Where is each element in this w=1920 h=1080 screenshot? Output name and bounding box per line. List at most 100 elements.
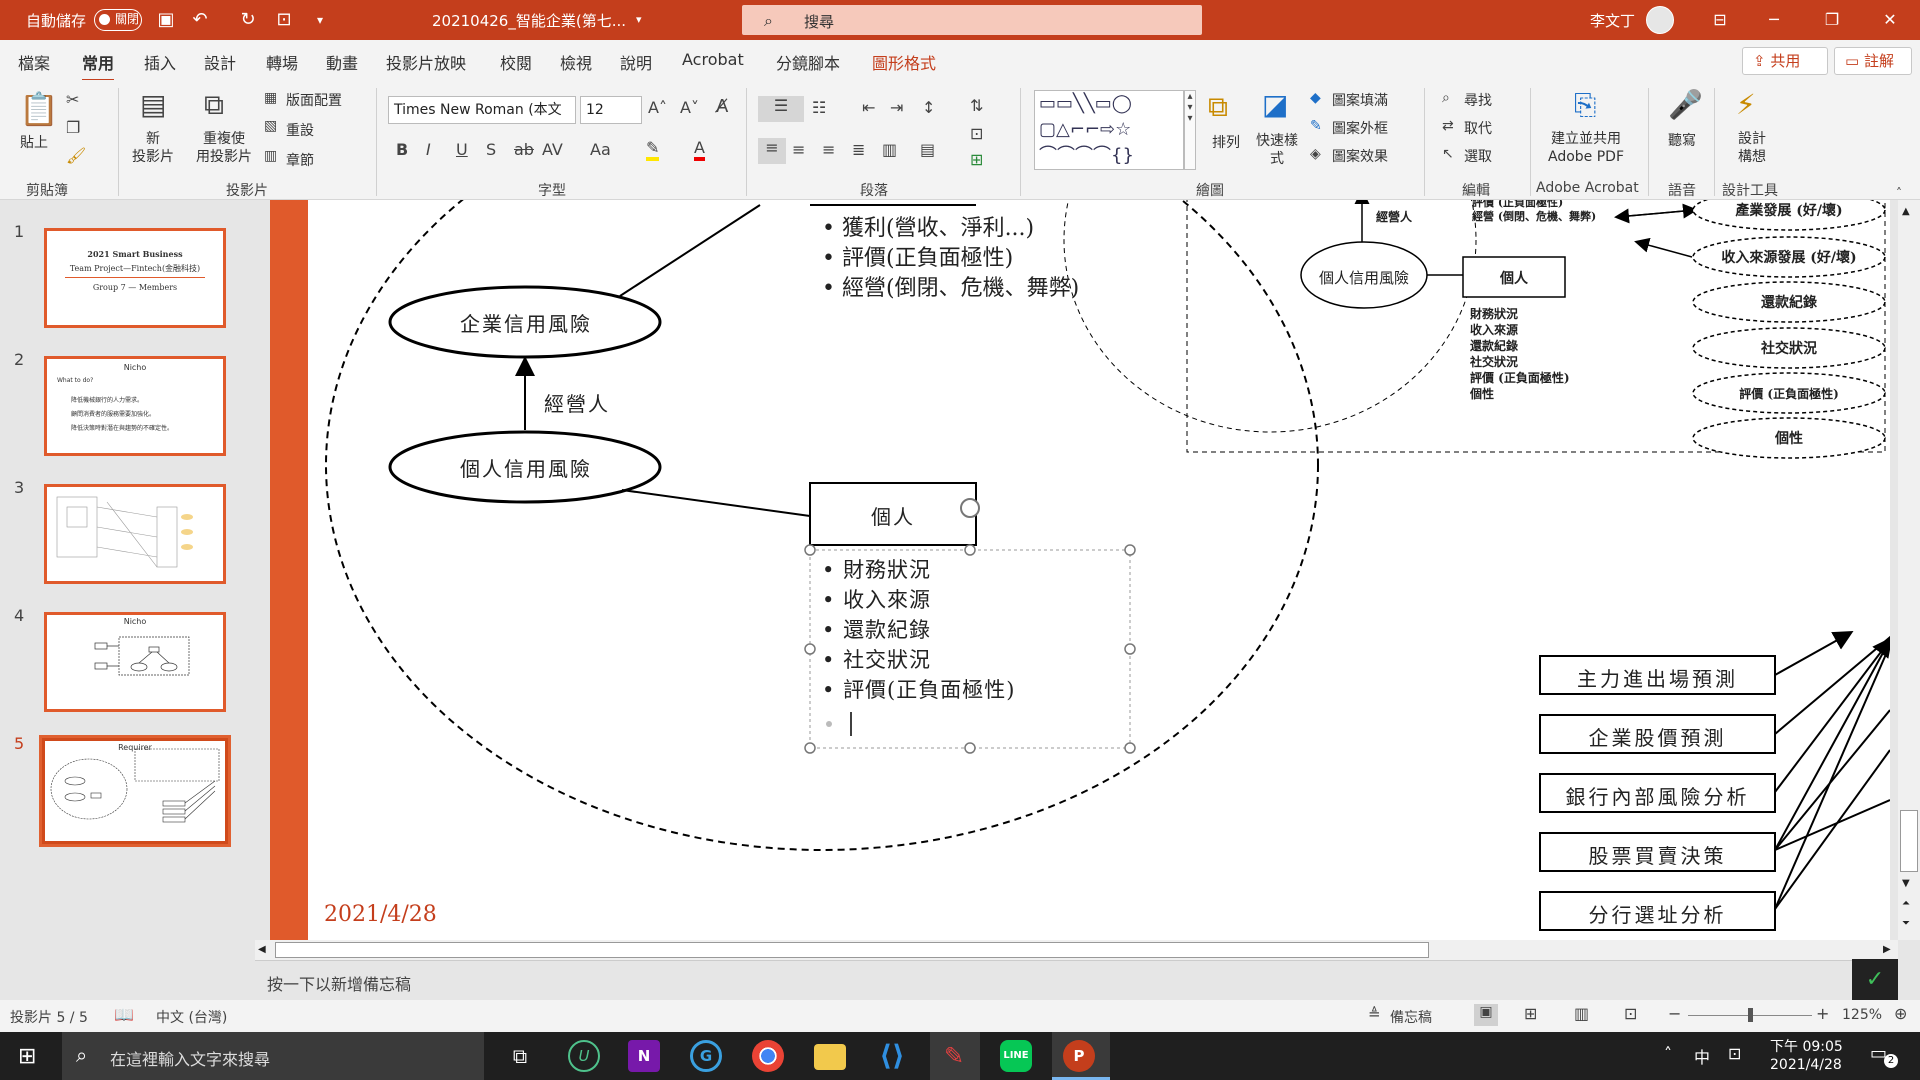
tab-transitions[interactable]: 轉場 [266, 50, 298, 74]
numbering-icon[interactable]: ☷ [812, 98, 826, 117]
zoom-slider-thumb[interactable] [1748, 1008, 1753, 1022]
align-center-icon[interactable]: ≡ [792, 140, 805, 159]
tab-shape-format[interactable]: 圖形格式 [872, 50, 936, 74]
font-size-select[interactable]: 12 [580, 96, 642, 124]
line-spacing-icon[interactable]: ↕ [922, 98, 935, 117]
pen-app-icon[interactable]: ✎ [938, 1040, 970, 1072]
ime-mode-icon[interactable]: ⊡ [1728, 1044, 1741, 1063]
increase-indent-icon[interactable]: ⇥ [890, 98, 903, 117]
slideshow-icon[interactable]: ⊡ [1624, 1004, 1637, 1023]
undo-icon[interactable]: ↶ [188, 8, 212, 32]
task-view-icon[interactable]: ⧉ [504, 1040, 536, 1072]
paste-label[interactable]: 貼上 [20, 132, 48, 152]
file-explorer-icon[interactable] [814, 1044, 846, 1070]
strikethrough-icon[interactable]: ab [514, 140, 534, 159]
tab-insert[interactable]: 插入 [144, 50, 176, 74]
reuse-slides-button[interactable]: 重複使 用投影片 [196, 130, 252, 166]
create-pdf-icon[interactable]: ⎘ [1574, 88, 1596, 122]
vertical-scrollbar[interactable]: ▲ ▼ ⏶ ⏷ [1898, 200, 1920, 940]
slide-thumbnail-1[interactable]: 2021 Smart Business Team Project—Fintech… [44, 228, 226, 328]
grammarly-icon[interactable]: G [690, 1040, 722, 1072]
vertical-scroll-thumb[interactable] [1900, 810, 1918, 872]
individual-bullet-list[interactable]: • 財務狀況 • 收入來源 • 還款紀錄 • 社交狀況 • 評價(正負面極性) [822, 555, 1015, 705]
autosave-toggle[interactable]: 關閉 [94, 9, 142, 31]
horizontal-scroll-thumb[interactable] [275, 942, 1429, 958]
create-pdf-button[interactable]: 建立並共用 Adobe PDF [1548, 130, 1624, 166]
avatar[interactable] [1646, 6, 1674, 34]
align-right-icon[interactable]: ≡ [822, 140, 835, 159]
notes-pane[interactable]: 按一下以新增備忘稿 ✓ [255, 959, 1898, 1001]
shadow-icon[interactable]: S [486, 140, 496, 159]
slide-thumbnail-2[interactable]: Nicho What to do? 降低機械銀行的人力需求。 顧問消費者的服務需… [44, 356, 226, 456]
decrease-indent-icon[interactable]: ⇤ [862, 98, 875, 117]
clear-format-icon[interactable]: A̸ [716, 96, 728, 117]
search-box[interactable]: ⌕ 搜尋 [742, 5, 1202, 35]
normal-view-icon[interactable]: ▣ [1474, 1004, 1498, 1026]
ime-indicator[interactable]: 中 [1694, 1044, 1710, 1068]
redo-icon[interactable]: ↻ [236, 8, 260, 32]
smartart-icon[interactable]: ⊞ [970, 150, 983, 169]
distributed-icon[interactable]: ▥ [882, 140, 897, 159]
slide-thumbnail-3[interactable] [44, 484, 226, 584]
reading-view-icon[interactable]: ▥ [1574, 1004, 1589, 1023]
clock-date[interactable]: 2021/4/28 [1770, 1057, 1842, 1073]
ribbon-display-icon[interactable]: ⊟ [1706, 6, 1734, 34]
next-slide-icon[interactable]: ⏷ [1902, 918, 1910, 929]
layout-button[interactable]: 版面配置 [286, 90, 342, 110]
bold-icon[interactable]: B [396, 140, 408, 159]
notes-button[interactable]: 備忘稿 [1390, 1007, 1432, 1027]
powerpoint-icon[interactable]: P [1063, 1040, 1095, 1072]
spellcheck-icon[interactable]: 📖 [114, 1005, 134, 1024]
scroll-down-icon[interactable]: ▼ [1902, 878, 1910, 889]
cut-icon[interactable]: ✂ [66, 90, 79, 109]
zoom-out-icon[interactable]: − [1668, 1004, 1681, 1023]
font-color-icon[interactable]: A [694, 138, 705, 161]
format-painter-icon[interactable]: 🖌 [66, 146, 86, 165]
columns-icon[interactable]: ▤ [920, 140, 935, 159]
select-button[interactable]: 選取 [1464, 146, 1492, 166]
tab-storyboard[interactable]: 分鏡腳本 [776, 50, 840, 74]
customize-icon[interactable]: ▾ [308, 8, 332, 32]
design-ideas-button[interactable]: 設計 構想 [1738, 130, 1766, 166]
align-text-icon[interactable]: ⊡ [970, 124, 983, 143]
quick-styles-button[interactable]: 快速樣 式 [1256, 132, 1298, 168]
tab-design[interactable]: 設計 [204, 50, 236, 74]
paste-icon[interactable]: 📋 [16, 90, 62, 134]
minimize-icon[interactable]: ─ [1760, 6, 1788, 34]
close-icon[interactable]: ✕ [1876, 6, 1904, 34]
chrome-icon[interactable] [752, 1040, 784, 1072]
comment-button[interactable]: ▭ 註解 [1834, 47, 1912, 75]
prev-slide-icon[interactable]: ⏶ [1902, 898, 1910, 909]
underline-icon[interactable]: U [456, 140, 468, 159]
design-ideas-icon[interactable]: ⚡ [1736, 88, 1756, 121]
shape-fill-button[interactable]: 圖案填滿 [1332, 90, 1388, 110]
dictate-button[interactable]: 聽寫 [1668, 130, 1696, 150]
share-button[interactable]: ⇪ 共用 [1742, 47, 1828, 75]
presentation-icon[interactable]: ⊡ [272, 8, 296, 32]
tab-review[interactable]: 校閱 [500, 50, 532, 74]
slide-thumbnail-4[interactable]: Nicho [44, 612, 226, 712]
title-dropdown-icon[interactable]: ▾ [636, 13, 642, 26]
tab-view[interactable]: 檢視 [560, 50, 592, 74]
shapes-scroll[interactable]: ▴ ▾ ▾ [1184, 90, 1196, 170]
find-button[interactable]: 尋找 [1464, 90, 1492, 110]
tray-expand-icon[interactable]: ˄ [1664, 1044, 1672, 1063]
microphone-icon[interactable]: 🎤 [1668, 88, 1703, 121]
shape-outline-button[interactable]: 圖案外框 [1332, 118, 1388, 138]
highlight-icon[interactable]: ✎ [646, 138, 660, 161]
section-button[interactable]: 章節 [286, 150, 314, 170]
arrange-button[interactable]: 排列 [1212, 132, 1240, 152]
zoom-level[interactable]: 125% [1842, 1007, 1882, 1023]
scroll-right-icon[interactable]: ▶ [1883, 944, 1891, 955]
restore-icon[interactable]: ❐ [1818, 6, 1846, 34]
check-icon[interactable]: ✓ [1852, 959, 1898, 1001]
slide-canvas[interactable]: • 獲利(營收、淨利...) • 評價(正負面極性) • 經營(倒閉、危機、舞弊… [270, 200, 1890, 940]
arrange-icon[interactable]: ⧉ [1208, 90, 1228, 124]
shrink-font-icon[interactable]: A˅ [680, 98, 699, 117]
vscode-icon[interactable]: ⟨⟩ [876, 1040, 908, 1072]
italic-icon[interactable]: I [426, 140, 431, 159]
justify-icon[interactable]: ≣ [852, 140, 865, 159]
taskbar-search[interactable]: ⌕ 在這裡輸入文字來搜尋 [62, 1032, 484, 1080]
tab-slideshow[interactable]: 投影片放映 [386, 50, 466, 74]
new-slide-button[interactable]: 新 投影片 [132, 130, 174, 166]
